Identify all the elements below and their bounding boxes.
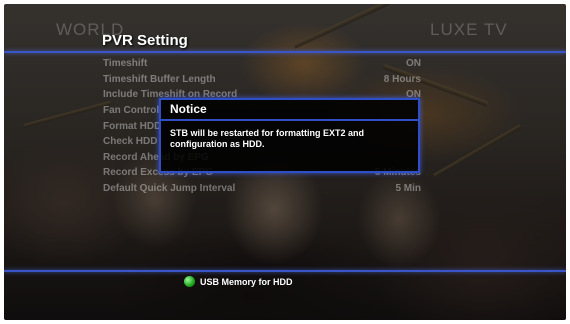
menu-item-value: 5 Min bbox=[395, 183, 421, 195]
menu-item-label: Default Quick Jump Interval bbox=[103, 183, 236, 195]
tv-screen: WORLD LUXE TV PVR Setting Timeshift ON T… bbox=[4, 4, 566, 320]
header-divider bbox=[4, 51, 566, 53]
menu-item-default-quick-jump-interval[interactable]: Default Quick Jump Interval 5 Min bbox=[103, 181, 421, 197]
menu-item-label: Timeshift Buffer Length bbox=[103, 73, 216, 85]
footer-hint-label: USB Memory for HDD bbox=[200, 276, 293, 287]
menu-item-timeshift-buffer-length[interactable]: Timeshift Buffer Length 8 Hours bbox=[103, 72, 421, 88]
menu-item-label: Timeshift bbox=[103, 58, 148, 70]
menu-item-label: Fan Control bbox=[103, 105, 160, 117]
menu-item-timeshift[interactable]: Timeshift ON bbox=[103, 56, 421, 72]
footer-divider bbox=[4, 270, 566, 272]
footer-hint: USB Memory for HDD bbox=[184, 276, 293, 287]
notice-message: STB will be restarted for formatting EXT… bbox=[170, 128, 365, 149]
page-title: PVR Setting bbox=[102, 32, 188, 49]
menu-item-value: 8 Hours bbox=[383, 73, 421, 85]
channel-watermark-right: LUXE TV bbox=[430, 20, 508, 39]
notice-title: Notice bbox=[161, 100, 418, 121]
menu-item-value: ON bbox=[406, 58, 421, 70]
menu-item-label: Check HDD bbox=[103, 136, 158, 148]
notice-dialog[interactable]: Notice STB will be restarted for formatt… bbox=[159, 98, 420, 173]
menu-item-label: Format HDD bbox=[103, 120, 162, 132]
green-button-icon bbox=[184, 276, 195, 287]
